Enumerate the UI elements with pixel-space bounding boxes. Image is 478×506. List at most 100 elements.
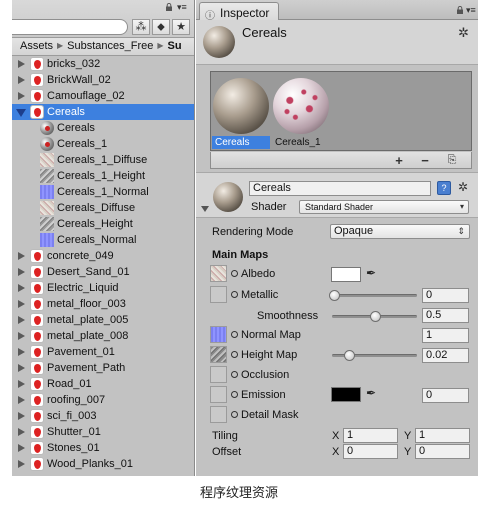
tree-item[interactable]: Cereals_Height [12, 216, 194, 232]
favorites-star-icon[interactable]: ★ [172, 19, 190, 35]
filter-by-type-icon[interactable]: ⁂ [132, 19, 150, 35]
occlusion-texture-slot[interactable] [210, 366, 227, 383]
metallic-slider-thumb[interactable] [329, 290, 340, 301]
lock-icon[interactable] [165, 3, 173, 11]
tiling-y-field[interactable]: 1 [415, 428, 470, 443]
object-picker-icon[interactable] [231, 270, 238, 277]
tree-item[interactable]: Cereals_1_Normal [12, 184, 194, 200]
height-field[interactable]: 0.02 [422, 348, 469, 363]
metallic-slider-track[interactable] [334, 294, 417, 297]
foldout-arrow-icon[interactable] [201, 206, 209, 212]
gear-icon[interactable]: ✲ [458, 25, 469, 41]
breadcrumb-item[interactable]: Su [168, 40, 182, 52]
emission-field[interactable]: 0 [422, 388, 469, 403]
lock-icon[interactable] [456, 6, 464, 14]
normal-map-texture-slot[interactable] [210, 326, 227, 343]
tree-item[interactable]: metal_floor_003 [12, 296, 194, 312]
tree-item[interactable]: Electric_Liquid [12, 280, 194, 296]
tree-item[interactable]: concrete_049 [12, 248, 194, 264]
collapsed-arrow-icon[interactable] [18, 460, 25, 468]
smoothness-field[interactable]: 0.5 [422, 308, 469, 323]
collapsed-arrow-icon[interactable] [18, 268, 25, 276]
tree-item[interactable]: BrickWall_02 [12, 72, 194, 88]
metallic-field[interactable]: 0 [422, 288, 469, 303]
eyedropper-icon[interactable]: ✒ [366, 266, 376, 280]
tree-item[interactable]: roofing_007 [12, 392, 194, 408]
tiling-x-field[interactable]: 1 [343, 428, 398, 443]
panel-menu-icon[interactable]: ▾≡ [177, 3, 191, 12]
normal-scale-field[interactable]: 1 [422, 328, 469, 343]
expanded-arrow-icon[interactable] [16, 109, 26, 117]
shader-dropdown[interactable]: Standard Shader ▾ [299, 200, 469, 214]
height-map-texture-slot[interactable] [210, 346, 227, 363]
duplicate-button[interactable]: ⎘ [441, 153, 463, 168]
tab-inspector[interactable]: ⓘ Inspector [199, 2, 279, 22]
eyedropper-icon[interactable]: ✒ [366, 386, 376, 400]
tree-item[interactable]: Cereals_1 [12, 136, 194, 152]
object-picker-icon[interactable] [231, 371, 238, 378]
offset-x-field[interactable]: 0 [343, 444, 398, 459]
add-button[interactable]: + [388, 153, 410, 168]
tree-item[interactable]: Cereals_1_Diffuse [12, 152, 194, 168]
object-picker-icon[interactable] [231, 391, 238, 398]
tree-item[interactable]: Cereals [12, 104, 194, 120]
material-name-field[interactable]: Cereals [249, 181, 431, 196]
tree-item[interactable]: Cereals [12, 120, 194, 136]
detail-mask-texture-slot[interactable] [210, 406, 227, 423]
tree-item[interactable]: sci_fi_003 [12, 408, 194, 424]
panel-menu-icon[interactable]: ▾≡ [466, 5, 476, 16]
collapsed-arrow-icon[interactable] [18, 284, 25, 292]
object-picker-icon[interactable] [231, 351, 238, 358]
tree-item[interactable]: Cereals_Diffuse [12, 200, 194, 216]
collapsed-arrow-icon[interactable] [18, 396, 25, 404]
tree-item[interactable]: Cereals_1_Height [12, 168, 194, 184]
object-picker-icon[interactable] [231, 291, 238, 298]
collapsed-arrow-icon[interactable] [18, 252, 25, 260]
collapsed-arrow-icon[interactable] [18, 348, 25, 356]
collapsed-arrow-icon[interactable] [18, 316, 25, 324]
height-slider-thumb[interactable] [344, 350, 355, 361]
tree-item[interactable]: metal_plate_005 [12, 312, 194, 328]
preview-label[interactable]: Cereals [212, 136, 270, 149]
gear-icon[interactable]: ✲ [458, 180, 468, 194]
help-book-icon[interactable]: ? [437, 181, 451, 195]
tree-item[interactable]: Desert_Sand_01 [12, 264, 194, 280]
tree-item[interactable]: Shutter_01 [12, 424, 194, 440]
rendering-mode-dropdown[interactable]: Opaque ⇕ [330, 224, 470, 239]
object-picker-icon[interactable] [231, 411, 238, 418]
tree-item[interactable]: bricks_032 [12, 56, 194, 72]
collapsed-arrow-icon[interactable] [18, 428, 25, 436]
collapsed-arrow-icon[interactable] [18, 76, 25, 84]
collapsed-arrow-icon[interactable] [18, 300, 25, 308]
tree-item[interactable]: Pavement_01 [12, 344, 194, 360]
metallic-texture-slot[interactable] [210, 286, 227, 303]
tree-item[interactable]: metal_plate_008 [12, 328, 194, 344]
emission-color-swatch[interactable] [331, 387, 361, 402]
collapsed-arrow-icon[interactable] [18, 412, 25, 420]
preview-label[interactable]: Cereals_1 [272, 136, 330, 149]
offset-y-field[interactable]: 0 [415, 444, 470, 459]
collapsed-arrow-icon[interactable] [18, 364, 25, 372]
remove-button[interactable]: − [414, 153, 436, 168]
breadcrumb-item[interactable]: Substances_Free [67, 40, 153, 52]
collapsed-arrow-icon[interactable] [18, 60, 25, 68]
filter-by-label-icon[interactable]: ⬥ [152, 19, 170, 35]
emission-texture-slot[interactable] [210, 386, 227, 403]
material-preview-sphere[interactable] [213, 78, 269, 134]
collapsed-arrow-icon[interactable] [18, 92, 25, 100]
breadcrumb-item[interactable]: Assets [20, 40, 53, 52]
collapsed-arrow-icon[interactable] [18, 380, 25, 388]
collapsed-arrow-icon[interactable] [18, 332, 25, 340]
albedo-color-swatch[interactable] [331, 267, 361, 282]
tree-item[interactable]: Road_01 [12, 376, 194, 392]
tree-item[interactable]: Wood_Planks_01 [12, 456, 194, 472]
object-picker-icon[interactable] [231, 331, 238, 338]
albedo-texture-slot[interactable] [210, 265, 227, 282]
tree-item[interactable]: Pavement_Path [12, 360, 194, 376]
material-preview-sphere[interactable] [273, 78, 329, 134]
smoothness-slider-thumb[interactable] [369, 311, 381, 322]
tree-item[interactable]: Stones_01 [12, 440, 194, 456]
collapsed-arrow-icon[interactable] [18, 444, 25, 452]
search-input[interactable] [12, 19, 128, 35]
tree-item[interactable]: Camouflage_02 [12, 88, 194, 104]
